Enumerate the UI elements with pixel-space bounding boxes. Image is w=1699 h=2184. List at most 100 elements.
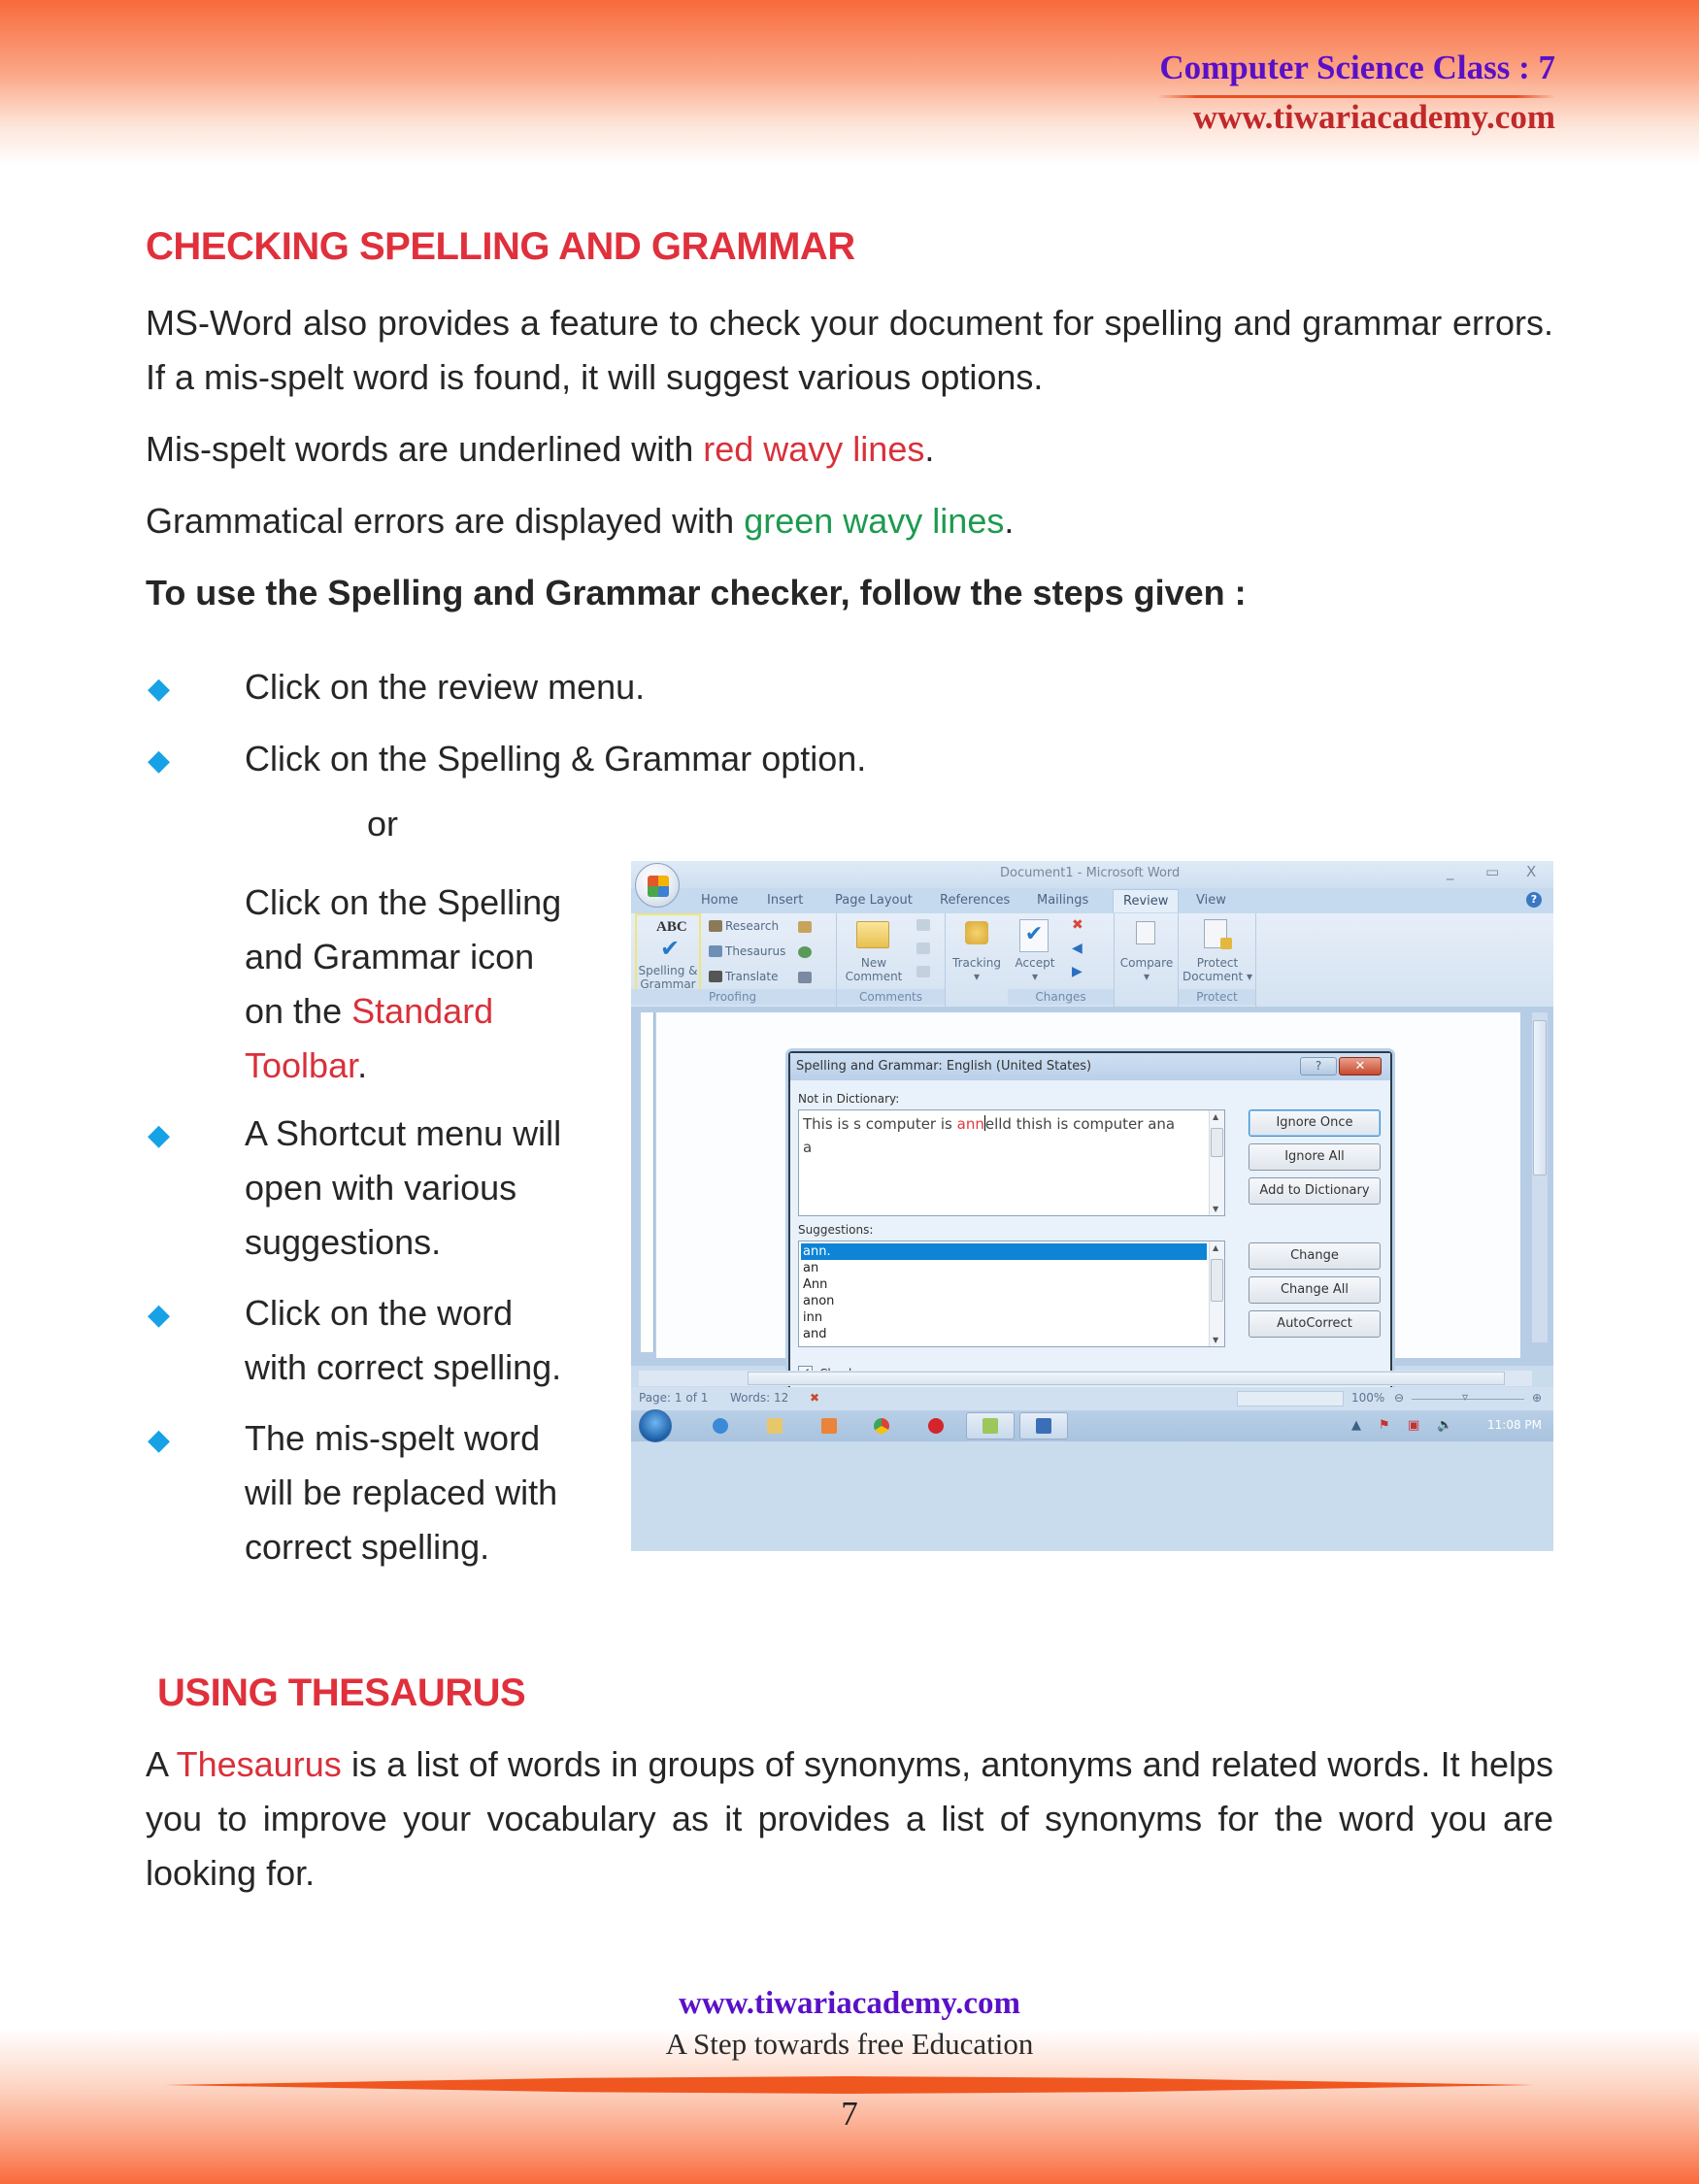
suggestions-label: Suggestions: <box>798 1223 874 1237</box>
thesaurus-paragraph: A Thesaurus is a list of words in groups… <box>146 1737 1553 1901</box>
minimize-button[interactable]: _ <box>1447 863 1454 880</box>
zoom-level[interactable]: 100% <box>1351 1391 1384 1405</box>
horizontal-scroll-thumb[interactable] <box>748 1372 1505 1385</box>
page-count[interactable]: Page: 1 of 1 <box>639 1391 708 1405</box>
view-buttons[interactable] <box>1237 1391 1344 1406</box>
proofing-status-icon[interactable]: ✖ <box>810 1391 819 1405</box>
misspelt-line: Mis-spelt words are underlined with red … <box>146 422 1553 477</box>
internet-explorer-icon[interactable] <box>713 1418 728 1434</box>
scroll-thumb[interactable] <box>1211 1259 1223 1302</box>
label-line: Document ▾ <box>1182 970 1252 983</box>
zoom-slider-thumb[interactable]: ▿ <box>1462 1390 1468 1404</box>
accept-button[interactable]: Accept ▾ <box>1008 956 1062 983</box>
tray-expand-icon[interactable]: ▲ <box>1351 1418 1361 1433</box>
suggestion-item[interactable]: ann. <box>801 1243 1207 1260</box>
add-to-dictionary-button[interactable]: Add to Dictionary <box>1249 1177 1381 1205</box>
tab-page-layout[interactable]: Page Layout <box>835 893 913 908</box>
misspelt-text: Mis-spelt words are underlined with <box>146 429 704 469</box>
tab-home[interactable]: Home <box>701 893 738 908</box>
tab-review[interactable]: Review <box>1113 889 1180 912</box>
tab-references[interactable]: References <box>940 893 1010 908</box>
reject-icon[interactable]: ✖ <box>1072 917 1083 933</box>
dialog-help-button[interactable]: ? <box>1300 1057 1337 1075</box>
word-count-icon[interactable] <box>798 972 812 983</box>
suggestion-item[interactable]: and <box>801 1326 1207 1342</box>
compare-icon[interactable] <box>1136 921 1155 944</box>
opera-icon[interactable] <box>928 1418 944 1434</box>
scroll-down-icon[interactable]: ▼ <box>1213 1205 1218 1213</box>
volume-icon[interactable]: 🔈 <box>1437 1418 1452 1433</box>
previous-change-icon[interactable]: ◀ <box>1072 941 1083 956</box>
text-line-2: a <box>803 1139 813 1156</box>
thesaurus-icon <box>709 945 722 957</box>
footer-url[interactable]: www.tiwariacademy.com <box>0 1986 1699 2022</box>
suggestion-item[interactable]: Ann <box>801 1276 1207 1293</box>
alt-step-line: Click on the Spelling <box>245 882 562 922</box>
scroll-up-icon[interactable]: ▲ <box>1213 1112 1218 1121</box>
delete-comment-icon[interactable] <box>916 919 930 931</box>
tracking-button[interactable]: Tracking ▾ <box>946 956 1008 983</box>
taskbar-word-button[interactable] <box>1019 1412 1068 1439</box>
ignore-once-button[interactable]: Ignore Once <box>1249 1109 1381 1137</box>
scroll-thumb[interactable] <box>1211 1128 1223 1157</box>
translation-tooltip-icon[interactable] <box>798 946 812 958</box>
protect-group-label: Protect <box>1179 989 1255 1005</box>
help-icon[interactable]: ? <box>1526 892 1542 908</box>
suggestion-item[interactable]: inn <box>801 1309 1207 1326</box>
translate-button[interactable]: Translate <box>709 970 779 983</box>
tab-insert[interactable]: Insert <box>767 893 803 908</box>
misspelled-word: ann <box>956 1115 984 1133</box>
ribbon: ABC ✔ Spelling & Grammar Research Thesaur… <box>631 913 1553 1007</box>
suggestion-item[interactable]: anon <box>801 1293 1207 1309</box>
protect-document-icon[interactable] <box>1204 919 1232 949</box>
compare-button[interactable]: Compare ▾ <box>1115 956 1179 983</box>
suggestions-list[interactable]: ann. an Ann anon inn and ▲ ▼ <box>798 1241 1225 1347</box>
standard-highlight: Standard <box>351 991 494 1031</box>
vertical-scroll-thumb[interactable] <box>1533 1020 1547 1175</box>
research-button[interactable]: Research <box>709 919 779 933</box>
taskbar-clock[interactable]: 11:08 PM <box>1487 1418 1542 1432</box>
grammar-text: Grammatical errors are displayed with <box>146 501 745 541</box>
header-url[interactable]: www.tiwariacademy.com <box>1193 98 1555 137</box>
chrome-icon[interactable] <box>874 1418 889 1434</box>
scroll-up-icon[interactable]: ▲ <box>1213 1243 1218 1252</box>
previous-comment-icon[interactable] <box>916 943 930 954</box>
zoom-out-icon[interactable]: ⊖ <box>1394 1391 1404 1405</box>
ignore-all-button[interactable]: Ignore All <box>1249 1143 1381 1171</box>
accept-icon[interactable]: ✔ <box>1019 919 1049 952</box>
tab-view[interactable]: View <box>1196 893 1226 908</box>
taskbar-app-button[interactable] <box>966 1412 1015 1439</box>
autocorrect-button[interactable]: AutoCorrect <box>1249 1310 1381 1338</box>
maximize-button[interactable]: ▭ <box>1485 863 1499 880</box>
tracking-icon[interactable] <box>965 921 988 944</box>
footer-tagline: A Step towards free Education <box>665 2027 1034 2061</box>
set-language-icon[interactable] <box>798 921 812 933</box>
office-button[interactable] <box>635 863 680 908</box>
not-in-dictionary-textbox[interactable]: This is s computer is annelld thish is c… <box>798 1109 1225 1216</box>
textbox-scrollbar[interactable]: ▲ ▼ <box>1209 1110 1224 1215</box>
suggestion-item[interactable]: an <box>801 1260 1207 1276</box>
word-count[interactable]: Words: 12 <box>730 1391 788 1405</box>
file-explorer-icon[interactable] <box>767 1418 783 1434</box>
suggestions-scrollbar[interactable]: ▲ ▼ <box>1209 1241 1224 1346</box>
steps-heading: To use the Spelling and Grammar checker,… <box>146 573 1247 612</box>
new-comment-button[interactable]: New Comment <box>843 956 905 983</box>
next-comment-icon[interactable] <box>916 966 930 977</box>
change-button[interactable]: Change <box>1249 1242 1381 1270</box>
close-button[interactable]: X <box>1526 863 1536 880</box>
sentence-text: This is s computer is annelld thish is c… <box>803 1112 1191 1159</box>
scroll-down-icon[interactable]: ▼ <box>1213 1336 1218 1344</box>
thesaurus-button[interactable]: Thesaurus <box>709 944 785 958</box>
dialog-close-button[interactable]: ✕ <box>1339 1057 1382 1075</box>
zoom-in-icon[interactable]: ⊕ <box>1532 1391 1542 1405</box>
next-change-icon[interactable]: ▶ <box>1072 964 1083 979</box>
media-player-icon[interactable] <box>821 1418 837 1434</box>
change-all-button[interactable]: Change All <box>1249 1276 1381 1304</box>
network-icon[interactable]: ▣ <box>1408 1418 1419 1433</box>
action-center-icon[interactable]: ⚑ <box>1379 1418 1390 1433</box>
start-button[interactable] <box>639 1409 672 1442</box>
tab-mailings[interactable]: Mailings <box>1037 893 1088 908</box>
new-comment-icon[interactable] <box>856 921 889 948</box>
protect-document-button[interactable]: Protect Document ▾ <box>1179 956 1256 983</box>
section-heading-thesaurus: USING THESAURUS <box>157 1671 526 1714</box>
